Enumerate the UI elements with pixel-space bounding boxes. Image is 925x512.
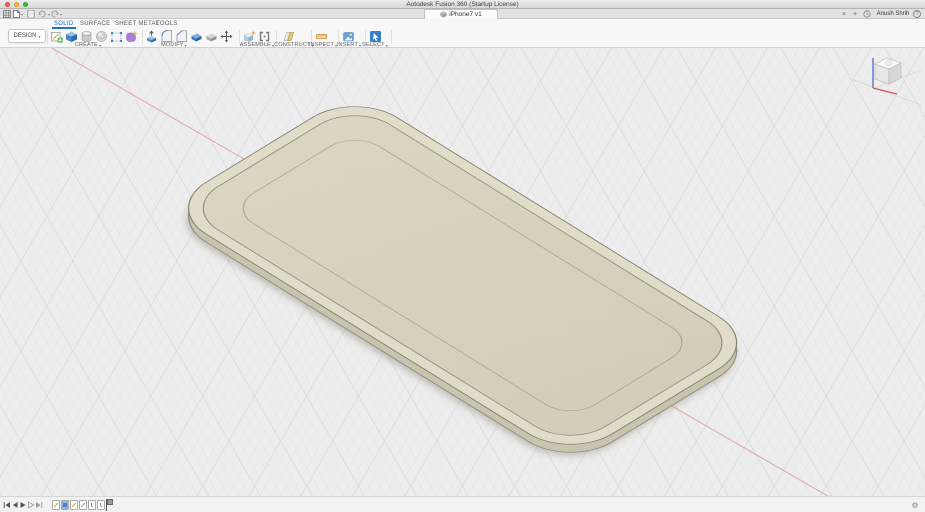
job-status-icon[interactable] bbox=[862, 9, 872, 19]
fusion360-window: Autodesk Fusion 360 (Startup License) ▾ … bbox=[0, 0, 925, 512]
ribbon-tab-surface[interactable]: SURFACE bbox=[80, 20, 110, 28]
timeline-feature-extrude[interactable] bbox=[61, 500, 69, 510]
view-cube[interactable] bbox=[849, 50, 921, 108]
timeline-feature-sketch[interactable] bbox=[79, 500, 87, 510]
titlebar: Autodesk Fusion 360 (Startup License) bbox=[0, 0, 925, 9]
gear-icon[interactable]: ⚙ bbox=[909, 499, 921, 511]
window-close-button[interactable] bbox=[5, 2, 10, 7]
timeline-go-to-end-button[interactable] bbox=[35, 500, 43, 510]
dropdown-caret-icon: ▾ bbox=[21, 12, 23, 17]
caret-down-icon: ▾ bbox=[99, 43, 101, 48]
caret-down-icon: ▾ bbox=[185, 43, 187, 48]
caret-down-icon: ▾ bbox=[39, 34, 41, 39]
document-tab-label: iPhone7 v1 bbox=[449, 11, 482, 18]
timeline-step-forward-button[interactable] bbox=[27, 500, 35, 510]
ribbon-tab-solid[interactable]: SOLID bbox=[54, 20, 74, 28]
timeline-feature-fillet[interactable] bbox=[88, 500, 96, 510]
ribbon-tab-sheet-metal[interactable]: SHEET METAL bbox=[115, 20, 159, 28]
window-minimize-button[interactable] bbox=[14, 2, 19, 7]
caret-down-icon: ▾ bbox=[386, 43, 388, 48]
undo-icon[interactable]: ▾ bbox=[38, 10, 50, 18]
redo-icon[interactable]: ▾ bbox=[50, 10, 62, 18]
ribbon-toolbar: SOLID SURFACE SHEET METAL TOOLS DESIGN ▾ bbox=[0, 19, 925, 48]
viewport-canvas[interactable] bbox=[0, 48, 925, 496]
ribbon-tab-tools[interactable]: TOOLS bbox=[156, 20, 178, 28]
offset-face-icon[interactable] bbox=[204, 29, 219, 44]
workspace-selector-button[interactable]: DESIGN ▾ bbox=[8, 29, 46, 43]
timeline-bar: ⚙ bbox=[0, 496, 925, 512]
move-copy-icon[interactable] bbox=[219, 29, 234, 44]
document-tab-active[interactable]: iPhone7 v1 bbox=[424, 9, 498, 19]
timeline-feature-fillet[interactable] bbox=[97, 500, 105, 510]
window-title: Autodesk Fusion 360 (Startup License) bbox=[406, 1, 518, 8]
timeline-go-to-start-button[interactable] bbox=[3, 500, 11, 510]
timeline-play-button[interactable] bbox=[19, 500, 27, 510]
document-tab-bar: ▾ ▾ ▾ iPhone7 v1 × + Anush Shrih ? bbox=[0, 9, 925, 19]
model-inner-edge-line bbox=[228, 131, 698, 420]
workspace-selector-label: DESIGN bbox=[13, 33, 36, 39]
window-zoom-button[interactable] bbox=[23, 2, 28, 7]
user-account-button[interactable]: Anush Shrih bbox=[874, 9, 912, 19]
toolbar-separator bbox=[47, 30, 48, 44]
timeline-feature-sketch[interactable] bbox=[70, 500, 78, 510]
timeline-scrubber-handle[interactable] bbox=[105, 499, 111, 511]
new-tab-button[interactable]: + bbox=[851, 9, 859, 19]
save-icon[interactable] bbox=[27, 10, 35, 18]
timeline-feature-sketch[interactable] bbox=[52, 500, 60, 510]
toolbar-separator bbox=[142, 30, 143, 44]
file-menu-icon[interactable]: ▾ bbox=[13, 10, 23, 18]
document-cube-icon bbox=[440, 11, 447, 18]
create-form-icon[interactable] bbox=[124, 29, 139, 44]
dropdown-caret-icon: ▾ bbox=[60, 12, 62, 17]
close-tab-button[interactable]: × bbox=[840, 9, 848, 19]
timeline-step-back-button[interactable] bbox=[11, 500, 19, 510]
help-button[interactable]: ? bbox=[913, 10, 921, 18]
app-menu-icon[interactable] bbox=[3, 10, 11, 18]
x-axis-line bbox=[873, 88, 897, 94]
